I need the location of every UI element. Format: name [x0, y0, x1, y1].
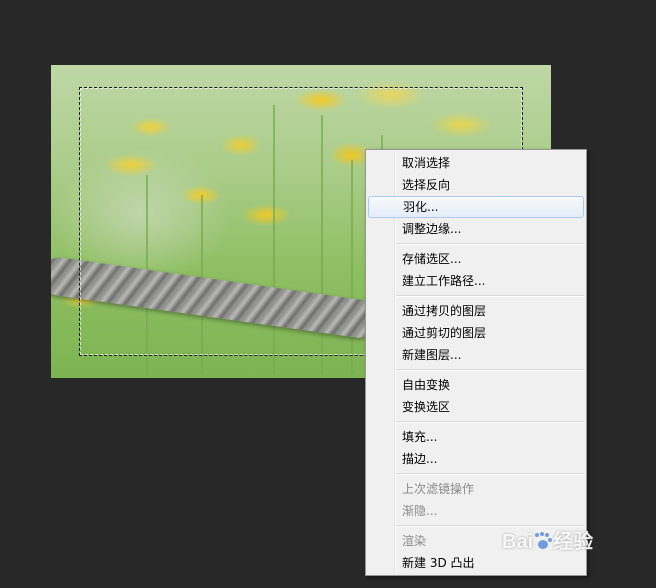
menu-item: 渐隐...	[402, 504, 438, 518]
menu-separator	[396, 295, 584, 297]
flower-stem	[321, 115, 323, 375]
menu-separator	[396, 525, 584, 527]
menu-separator	[396, 473, 584, 475]
menu-item[interactable]: 存储选区...	[368, 248, 584, 270]
menu-separator	[396, 369, 584, 371]
menu-item[interactable]: 取消选择	[368, 152, 584, 174]
flower-stem	[273, 105, 275, 375]
menu-item[interactable]: 新建 3D 凸出	[368, 552, 584, 574]
menu-item[interactable]: 选择反向	[368, 174, 584, 196]
menu-item[interactable]: 新建图层...	[368, 344, 584, 366]
rope	[51, 255, 381, 341]
menu-item[interactable]: 通过剪切的图层	[368, 322, 584, 344]
menu-item[interactable]: 填充...	[368, 426, 584, 448]
menu-item[interactable]: 羽化...	[368, 196, 584, 218]
menu-item[interactable]: 自由变换	[368, 374, 584, 396]
menu-item[interactable]: 通过拷贝的图层	[368, 300, 584, 322]
menu-item: 渲染	[402, 534, 427, 548]
menu-item[interactable]: 调整边缘...	[368, 218, 584, 240]
flower-stem	[351, 160, 353, 375]
menu-separator	[396, 243, 584, 245]
menu-item[interactable]: 描边...	[368, 448, 584, 470]
context-menu: 取消选择 选择反向 羽化... 调整边缘... 存储选区... 建立工作路径... 通过拷贝…	[365, 149, 587, 576]
menu-separator	[396, 421, 584, 423]
menu-item[interactable]: 建立工作路径...	[368, 270, 584, 292]
menu-item[interactable]: 变换选区	[368, 396, 584, 418]
menu-item: 上次滤镜操作	[402, 482, 475, 496]
